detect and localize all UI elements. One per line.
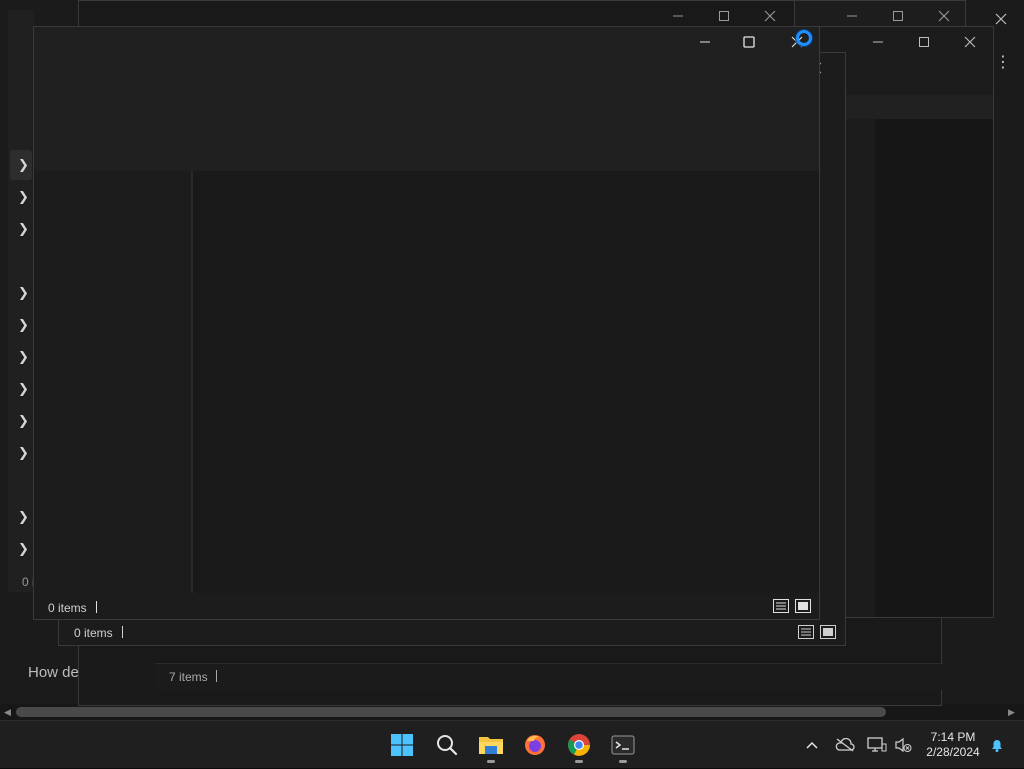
close-button[interactable] [947, 27, 993, 57]
status-bar: 0 items [59, 619, 845, 645]
maximize-button[interactable] [726, 27, 772, 57]
chevron-right-icon[interactable]: ❯ [18, 381, 29, 397]
minimize-button[interactable] [855, 27, 901, 57]
minimize-icon [847, 15, 857, 17]
chevron-up-icon [806, 741, 818, 749]
terminal-button[interactable] [603, 725, 643, 765]
status-divider [96, 601, 97, 613]
folder-icon [479, 737, 503, 754]
file-list-pane[interactable] [193, 171, 819, 593]
running-indicator [487, 760, 495, 763]
onedrive-button[interactable] [832, 721, 858, 769]
close-icon [964, 36, 976, 48]
status-item-count: 0 items [74, 626, 113, 640]
large-icons-view-icon [820, 625, 836, 639]
minimize-button[interactable] [682, 27, 728, 57]
busy-cursor-icon [796, 30, 812, 46]
chevron-right-icon[interactable]: ❯ [18, 317, 29, 333]
minimize-icon [700, 41, 710, 43]
running-indicator [619, 760, 627, 763]
notifications-button[interactable] [986, 721, 1008, 769]
maximize-icon [919, 37, 929, 47]
start-button[interactable] [382, 725, 422, 765]
chevron-right-icon[interactable]: ❯ [18, 541, 29, 557]
bell-icon [992, 740, 1002, 752]
firefox-icon [525, 735, 545, 755]
details-view-button[interactable] [772, 598, 790, 614]
chevron-right-icon[interactable]: ❯ [18, 189, 29, 205]
chevron-right-icon[interactable]: ❯ [18, 349, 29, 365]
maximize-button[interactable] [901, 27, 947, 57]
chevron-right-icon[interactable]: ❯ [18, 413, 29, 429]
status-item-count: 0 items [48, 601, 87, 615]
status-item-count: 7 items [169, 670, 208, 684]
details-view-icon [773, 599, 789, 613]
network-icon [867, 737, 887, 752]
horizontal-scrollbar[interactable]: ◀ ▶ [0, 704, 1024, 720]
chevron-right-icon[interactable]: ❯ [18, 285, 29, 301]
search-button[interactable] [427, 725, 467, 765]
scrollbar-thumb[interactable] [16, 707, 886, 717]
chevron-right-icon[interactable]: ❯ [18, 157, 29, 173]
clock-time: 7:14 PM [930, 730, 976, 744]
firefox-button[interactable] [515, 725, 555, 765]
windows-start-icon [391, 734, 413, 756]
details-view-button[interactable] [797, 624, 815, 640]
clock-date: 2/28/2024 [926, 745, 980, 759]
status-bar: 7 items [155, 663, 943, 690]
status-divider [122, 626, 123, 638]
kebab-menu-icon[interactable]: ⋮ [993, 52, 1013, 72]
search-icon [437, 735, 458, 756]
running-indicator [575, 760, 583, 763]
taskbar: 7:14 PM 2/28/2024 [0, 720, 1024, 768]
maximize-icon [743, 36, 755, 48]
large-icons-view-button[interactable] [819, 624, 837, 640]
onedrive-offline-icon [835, 738, 855, 752]
show-hidden-icons-button[interactable] [800, 721, 824, 769]
clock-button[interactable]: 7:14 PM 2/28/2024 [920, 721, 986, 769]
chevron-right-icon[interactable]: ❯ [18, 509, 29, 525]
scroll-left-arrow-icon[interactable]: ◀ [4, 707, 11, 718]
terminal-icon [611, 735, 635, 755]
close-icon [764, 10, 776, 22]
chevron-right-icon[interactable]: ❯ [18, 445, 29, 461]
chrome-icon [568, 734, 590, 756]
chrome-button[interactable] [559, 725, 599, 765]
maximize-icon [719, 11, 729, 21]
minimize-icon [673, 15, 683, 17]
chevron-right-icon[interactable]: ❯ [18, 221, 29, 237]
volume-button[interactable] [890, 721, 916, 769]
explorer-window-front[interactable]: 0 items [33, 26, 820, 620]
maximize-icon [893, 11, 903, 21]
status-bar: 0 items [34, 593, 819, 619]
left-panel-partial-text: How de [28, 664, 79, 681]
close-icon [995, 13, 1007, 25]
content-pane [875, 119, 993, 617]
large-icons-view-icon [795, 599, 811, 613]
large-icons-view-button[interactable] [794, 598, 812, 614]
status-divider [216, 670, 217, 682]
network-button[interactable] [864, 721, 890, 769]
close-icon [938, 10, 950, 22]
details-view-icon [798, 625, 814, 639]
scroll-right-arrow-icon[interactable]: ▶ [1008, 707, 1015, 718]
minimize-icon [873, 41, 883, 43]
file-explorer-button[interactable] [471, 725, 511, 765]
volume-muted-icon [895, 737, 912, 753]
